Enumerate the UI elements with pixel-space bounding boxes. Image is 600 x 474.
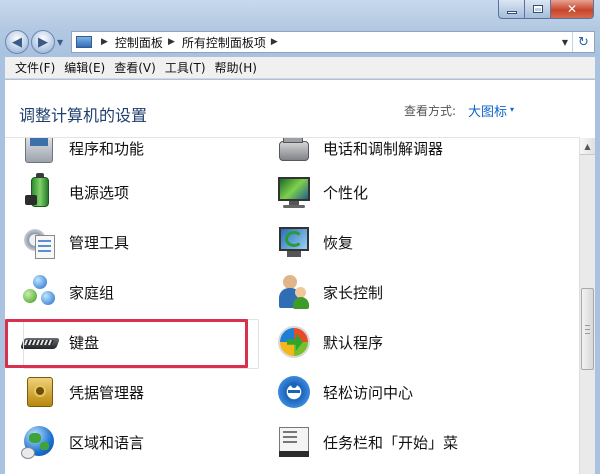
- item-homegroup[interactable]: 家庭组: [21, 270, 114, 314]
- menu-bar: 文件(F) 编辑(E) 查看(V) 工具(T) 帮助(H): [5, 57, 595, 79]
- item-label: 任务栏和「开始」菜: [323, 433, 459, 452]
- breadcrumb-control-panel[interactable]: 控制面板: [115, 34, 163, 51]
- control-panel-items: 程序和功能 电话和调制解调器 电源选项 个性化 管理工具 恢复 家庭组 家长控制…: [5, 138, 580, 474]
- vertical-scrollbar[interactable]: ▲: [579, 138, 595, 474]
- forward-button[interactable]: ▶: [31, 30, 55, 54]
- item-label: 家庭组: [69, 283, 115, 302]
- close-button[interactable]: ✕: [551, 0, 594, 19]
- admin-tools-icon: [21, 223, 59, 261]
- taskbar-start-icon: [275, 423, 313, 461]
- item-label: 电源选项: [69, 183, 130, 202]
- item-label: 恢复: [323, 233, 354, 252]
- item-admin-tools[interactable]: 管理工具: [21, 220, 129, 264]
- recovery-icon: [275, 223, 313, 261]
- item-personalization[interactable]: 个性化: [275, 170, 368, 214]
- menu-file[interactable]: 文件(F): [11, 59, 60, 76]
- navigation-bar: ◀ ▶ ▼ ▶ 控制面板 ▶ 所有控制面板项 ▶ ▼ ↻: [5, 28, 595, 56]
- keyboard-highlight-box: [5, 319, 248, 368]
- refresh-icon[interactable]: ↻: [572, 32, 594, 52]
- maximize-button[interactable]: [525, 0, 551, 19]
- explorer-window: ✕ ◀ ▶ ▼ ▶ 控制面板 ▶ 所有控制面板项 ▶ ▼ ↻ 文件(F) 编辑(…: [0, 0, 600, 474]
- homegroup-icon: [21, 273, 59, 311]
- maximize-icon: [532, 5, 543, 13]
- minimize-icon: [506, 11, 517, 14]
- item-region-language[interactable]: 区域和语言: [21, 420, 144, 464]
- address-dropdown-icon[interactable]: ▼: [558, 38, 572, 47]
- phone-modem-icon: [275, 138, 313, 167]
- region-language-icon: [21, 423, 59, 461]
- item-label: 程序和功能: [69, 139, 145, 158]
- close-icon: ✕: [566, 2, 578, 16]
- item-default-programs[interactable]: 默认程序: [275, 320, 383, 364]
- item-parental-controls[interactable]: 家长控制: [275, 270, 383, 314]
- item-power-options[interactable]: 电源选项: [21, 170, 129, 214]
- parental-controls-icon: [275, 273, 313, 311]
- item-label: 家长控制: [323, 283, 384, 302]
- minimize-button[interactable]: [498, 0, 525, 19]
- control-panel-icon: [76, 36, 92, 48]
- item-ease-of-access[interactable]: 轻松访问中心: [275, 370, 413, 414]
- programs-features-icon: [21, 138, 59, 167]
- personalization-icon: [275, 173, 313, 211]
- menu-view[interactable]: 查看(V): [110, 59, 161, 76]
- item-recovery[interactable]: 恢复: [275, 220, 353, 264]
- item-label: 个性化: [323, 183, 369, 202]
- back-button[interactable]: ◀: [5, 30, 29, 54]
- view-by-label: 查看方式:: [404, 104, 457, 118]
- view-by-arrow-icon[interactable]: ▾: [510, 105, 514, 114]
- credential-manager-icon: [21, 373, 59, 411]
- ease-of-access-icon: [275, 373, 313, 411]
- forward-arrow-icon: ▶: [38, 34, 48, 50]
- view-by-dropdown[interactable]: 大图标: [468, 101, 507, 120]
- item-phone-modem[interactable]: 电话和调制解调器: [275, 138, 443, 170]
- breadcrumb-separator-icon[interactable]: ▶: [101, 37, 108, 47]
- item-label: 电话和调制解调器: [323, 139, 444, 158]
- power-options-icon: [21, 173, 59, 211]
- menu-edit[interactable]: 编辑(E): [60, 59, 110, 76]
- item-programs-features[interactable]: 程序和功能: [21, 138, 144, 170]
- item-label: 轻松访问中心: [323, 383, 414, 402]
- address-bar-controls: ▼ ↻: [558, 32, 594, 52]
- breadcrumb-all-items[interactable]: 所有控制面板项: [182, 34, 266, 51]
- back-arrow-icon: ◀: [12, 34, 22, 50]
- window-caption-buttons: ✕: [498, 0, 594, 20]
- control-panel-content: 调整计算机的设置 查看方式: 大图标 ▾ 程序和功能 电话和调制解调器 电源选项…: [5, 80, 595, 474]
- item-label: 区域和语言: [69, 433, 145, 452]
- scrollbar-grip-icon: [585, 325, 590, 334]
- breadcrumb-separator-icon[interactable]: ▶: [271, 37, 278, 47]
- scrollbar-thumb[interactable]: [581, 288, 594, 370]
- page-title: 调整计算机的设置: [19, 106, 148, 125]
- breadcrumb-separator-icon[interactable]: ▶: [168, 37, 175, 47]
- default-programs-icon: [275, 323, 313, 361]
- item-label: 管理工具: [69, 233, 130, 252]
- menu-tools[interactable]: 工具(T): [161, 59, 211, 76]
- item-label: 凭据管理器: [69, 383, 145, 402]
- item-taskbar-start[interactable]: 任务栏和「开始」菜: [275, 420, 458, 464]
- address-bar[interactable]: ▶ 控制面板 ▶ 所有控制面板项 ▶ ▼ ↻: [71, 31, 595, 53]
- item-credential-manager[interactable]: 凭据管理器: [21, 370, 144, 414]
- menu-help[interactable]: 帮助(H): [211, 59, 262, 76]
- recent-pages-dropdown[interactable]: ▼: [57, 38, 67, 47]
- item-label: 默认程序: [323, 333, 384, 352]
- scroll-up-icon[interactable]: ▲: [580, 138, 595, 155]
